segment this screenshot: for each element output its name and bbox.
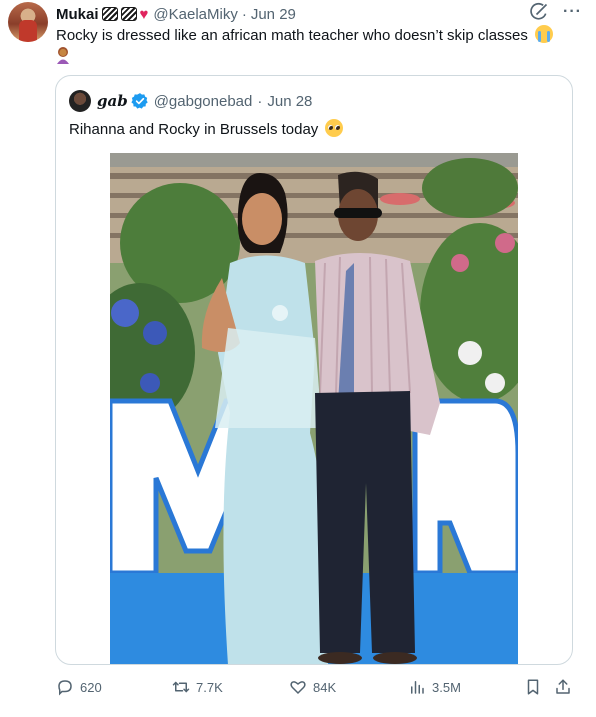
bookmark-icon — [527, 679, 539, 695]
share-icon — [556, 679, 570, 694]
zebra-icon — [120, 7, 137, 21]
quoted-header: gab @gabgonebad · Jun 28 — [69, 90, 312, 112]
views-count: 3.5M — [432, 679, 461, 695]
verified-badge-icon — [131, 93, 148, 109]
quoted-text-body: Rihanna and Rocky in Brussels today — [69, 121, 319, 138]
quoted-author-name: gab — [97, 92, 128, 110]
person-pouting-icon — [57, 47, 69, 64]
tweet-header: Mukai ♥ @KaelaMiky · Jun 29 — [56, 4, 296, 24]
repost-count: 7.7K — [196, 679, 223, 695]
reply-button[interactable]: 620 — [56, 676, 102, 698]
quoted-tweet[interactable]: gab @gabgonebad · Jun 28 Rihanna and Roc… — [55, 75, 573, 665]
author-handle[interactable]: @KaelaMiky — [153, 6, 237, 23]
heart-icon — [290, 681, 306, 695]
tweet-text: Rocky is dressed like an african math te… — [56, 25, 576, 67]
more-icon[interactable]: ··· — [563, 4, 582, 20]
views-icon — [411, 681, 424, 694]
tweet[interactable]: Mukai ♥ @KaelaMiky · Jun 29 ··· Rocky is… — [0, 0, 596, 717]
red-heart-icon: ♥ — [139, 5, 149, 23]
quoted-date: Jun 28 — [267, 92, 313, 110]
like-count: 84K — [313, 679, 337, 695]
action-bar: 620 7.7K 84K 3.5M — [56, 676, 576, 698]
quoted-handle: @gabgonebad — [153, 92, 253, 110]
repost-button[interactable]: 7.7K — [172, 676, 223, 698]
zebra-icon — [101, 7, 118, 21]
loudly-crying-face-icon — [535, 25, 554, 43]
quoted-avatar — [69, 90, 91, 112]
quoted-text: Rihanna and Rocky in Brussels today — [69, 119, 344, 140]
grok-icon[interactable] — [529, 2, 549, 22]
bookmark-button[interactable] — [524, 676, 542, 698]
tweet-date[interactable]: Jun 29 — [251, 6, 296, 23]
reply-count: 620 — [80, 679, 102, 695]
avatar[interactable] — [8, 2, 48, 42]
reply-icon — [58, 680, 72, 696]
separator: · — [257, 92, 263, 110]
repost-icon — [172, 681, 190, 693]
separator: · — [241, 5, 247, 23]
photo-icon — [110, 153, 518, 664]
like-button[interactable]: 84K — [289, 676, 336, 698]
tweet-text-body: Rocky is dressed like an african math te… — [56, 27, 528, 44]
author-name[interactable]: Mukai — [56, 6, 99, 23]
pleading-face-icon — [325, 119, 344, 137]
views-button[interactable]: 3.5M — [408, 676, 461, 698]
photo[interactable] — [110, 153, 518, 664]
share-button[interactable] — [554, 676, 572, 698]
